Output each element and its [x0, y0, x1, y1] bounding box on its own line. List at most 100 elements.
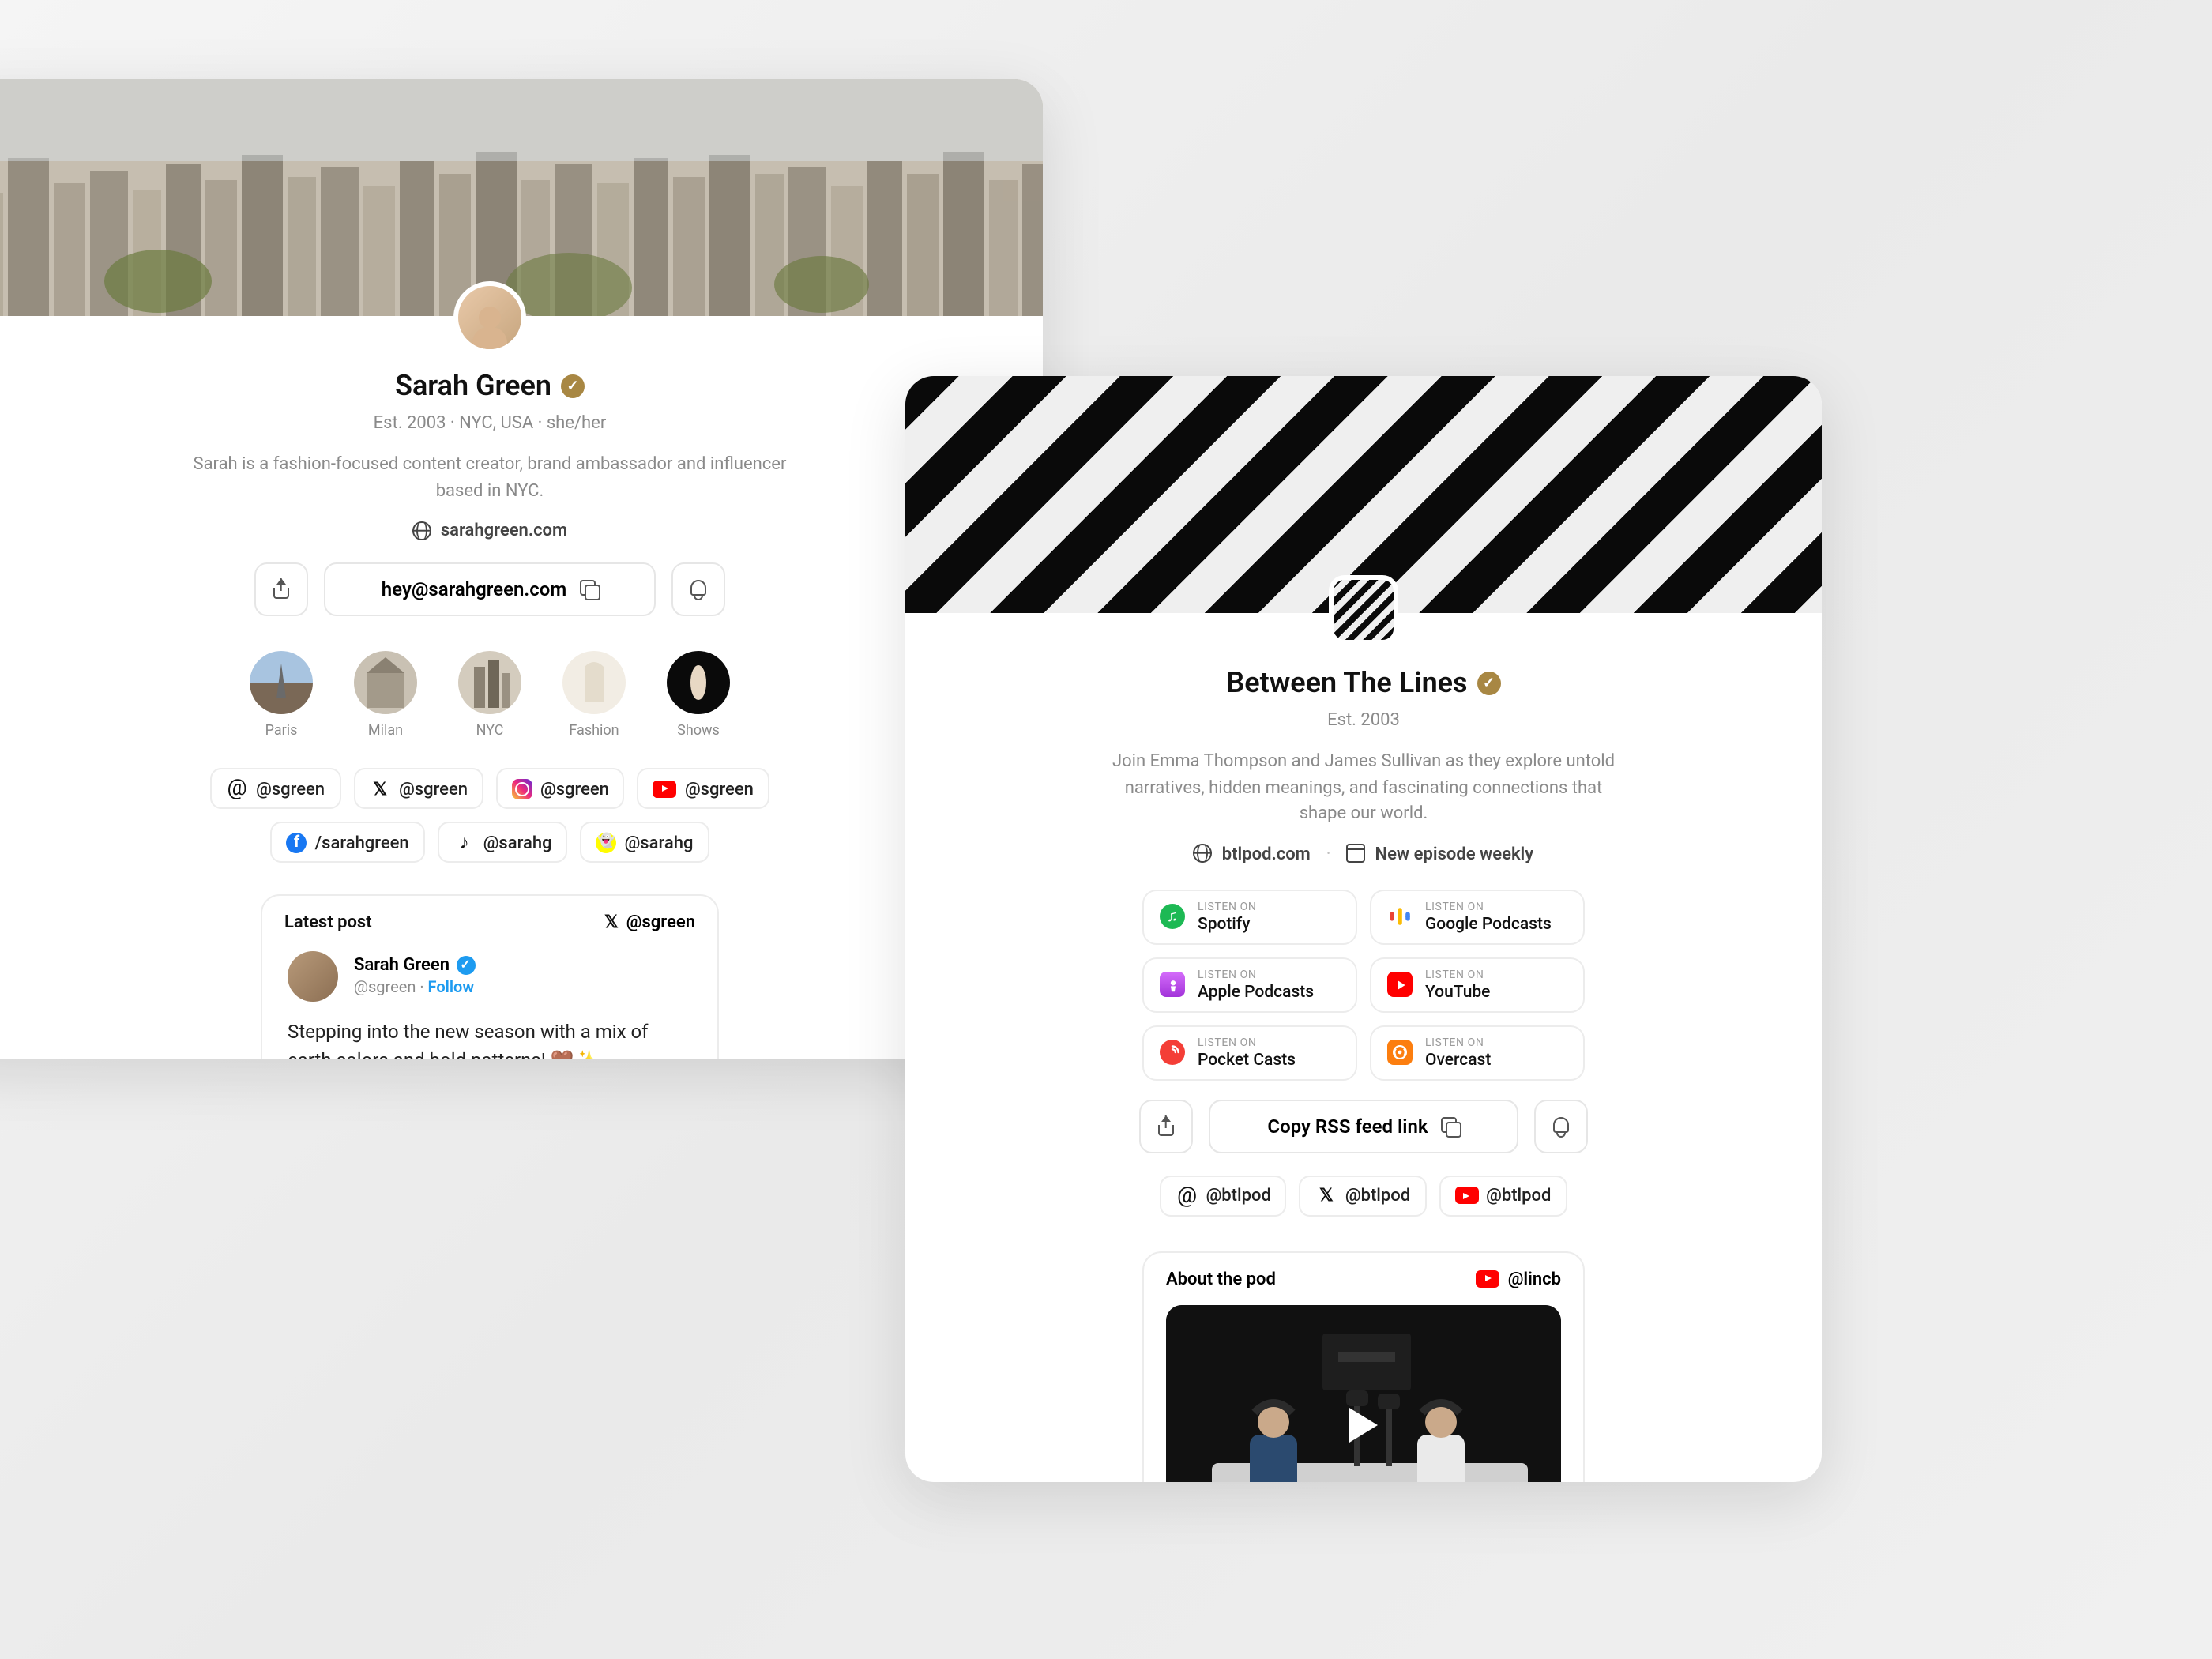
- listen-apple[interactable]: LISTEN ONApple Podcasts: [1142, 957, 1357, 1012]
- tiktok-icon: ♪: [453, 831, 476, 853]
- social-youtube[interactable]: @sgreen: [638, 768, 769, 809]
- listen-label: LISTEN ON: [1425, 1036, 1491, 1048]
- calendar-icon: [1347, 844, 1366, 863]
- listen-pocketcasts[interactable]: LISTEN ONPocket Casts: [1142, 1025, 1357, 1080]
- latest-post-card: Latest post 𝕏 @sgreen Sarah Green ✓ @sgree…: [261, 894, 719, 1059]
- social-handle: @sarahg: [625, 832, 694, 852]
- social-handle: @sgreen: [685, 778, 754, 799]
- share-button[interactable]: [1139, 1099, 1193, 1153]
- story-shows[interactable]: Shows: [667, 651, 730, 739]
- listen-label: LISTEN ON: [1425, 968, 1490, 980]
- story-fashion[interactable]: Fashion: [562, 651, 626, 739]
- post-author: Sarah Green: [354, 954, 450, 978]
- x-icon: 𝕏: [1315, 1184, 1337, 1206]
- social-handle: @btlpod: [1486, 1185, 1551, 1206]
- youtube-icon: [1477, 1270, 1500, 1287]
- post-section-title: Latest post: [284, 912, 372, 932]
- post-source[interactable]: 𝕏 @sgreen: [604, 912, 695, 932]
- about-card: About the pod @lincb: [1142, 1251, 1585, 1482]
- social-snapchat[interactable]: 👻@sarahg: [581, 822, 709, 863]
- listen-platforms: ♫ LISTEN ONSpotify LISTEN ONGoogle Podca…: [1142, 889, 1585, 1080]
- globe-icon: [1194, 844, 1213, 863]
- x-icon: 𝕏: [369, 777, 391, 799]
- about-video[interactable]: [1166, 1304, 1561, 1482]
- globe-icon: [412, 521, 431, 540]
- post-avatar[interactable]: [288, 951, 338, 1002]
- listen-google[interactable]: LISTEN ONGoogle Podcasts: [1370, 889, 1585, 944]
- story-highlights: Paris Milan NYC Fashion: [250, 651, 730, 739]
- post-source-handle: @sgreen: [626, 912, 695, 932]
- verified-badge-icon: ✓: [1477, 672, 1501, 695]
- social-youtube[interactable]: @btlpod: [1439, 1175, 1567, 1216]
- apple-podcasts-icon: [1160, 972, 1185, 997]
- profile-meta: Est. 2003 · NYC, USA · she/her: [374, 412, 607, 433]
- email-button[interactable]: hey@sarahgreen.com: [324, 562, 656, 616]
- listen-name: Google Podcasts: [1425, 912, 1552, 933]
- notify-button[interactable]: [672, 562, 725, 616]
- bell-icon: [687, 578, 709, 600]
- story-label: NYC: [476, 724, 504, 739]
- story-nyc[interactable]: NYC: [458, 651, 521, 739]
- post-handle: @sgreen: [354, 979, 416, 996]
- story-milan[interactable]: Milan: [354, 651, 417, 739]
- copy-rss-button[interactable]: Copy RSS feed link: [1209, 1099, 1518, 1153]
- share-icon: [1155, 1115, 1177, 1137]
- listen-spotify[interactable]: ♫ LISTEN ONSpotify: [1142, 889, 1357, 944]
- story-label: Fashion: [569, 724, 619, 739]
- social-links: @@btlpod 𝕏 @btlpod @btlpod: [1161, 1175, 1567, 1216]
- instagram-icon: [512, 778, 532, 799]
- story-label: Paris: [265, 724, 298, 739]
- pocketcasts-icon: [1160, 1040, 1185, 1065]
- social-links: @@sgreen 𝕏 @sgreen @sgreen @sgreen f/sara…: [158, 768, 822, 863]
- social-threads[interactable]: @@btlpod: [1161, 1175, 1287, 1216]
- episode-note: New episode weekly: [1347, 843, 1534, 863]
- social-threads[interactable]: @@sgreen: [210, 768, 340, 809]
- social-x[interactable]: 𝕏 @btlpod: [1300, 1175, 1426, 1216]
- notify-button[interactable]: [1534, 1099, 1588, 1153]
- about-source[interactable]: @lincb: [1477, 1268, 1561, 1288]
- profile-card-btl: Between The Lines ✓ Est. 2003 Join Emma …: [905, 376, 1822, 1482]
- email-text: hey@sarahgreen.com: [382, 578, 566, 600]
- social-handle: @btlpod: [1206, 1185, 1271, 1206]
- listen-overcast[interactable]: LISTEN ONOvercast: [1370, 1025, 1585, 1080]
- episode-note-text: New episode weekly: [1375, 843, 1534, 863]
- profile-bio: Sarah is a fashion-focused content creat…: [190, 452, 790, 504]
- website-text: btlpod.com: [1222, 843, 1311, 863]
- threads-icon: @: [226, 777, 248, 799]
- listen-name: Pocket Casts: [1198, 1048, 1296, 1069]
- listen-name: Apple Podcasts: [1198, 980, 1314, 1001]
- avatar[interactable]: [453, 281, 526, 354]
- website-link[interactable]: btlpod.com: [1194, 843, 1311, 863]
- podcast-logo[interactable]: [1329, 575, 1398, 645]
- share-button[interactable]: [254, 562, 308, 616]
- copy-icon: [579, 580, 598, 599]
- listen-name: YouTube: [1425, 980, 1490, 1001]
- social-handle: /sarahgreen: [315, 832, 409, 852]
- verified-check-icon: ✓: [456, 957, 475, 976]
- podcast-name: Between The Lines: [1226, 667, 1467, 700]
- podcast-meta: Est. 2003: [1327, 709, 1400, 730]
- youtube-icon: [653, 780, 677, 797]
- social-handle: @sgreen: [399, 778, 468, 799]
- follow-link[interactable]: Follow: [428, 979, 475, 996]
- social-facebook[interactable]: f/sarahgreen: [271, 822, 425, 863]
- social-instagram[interactable]: @sgreen: [496, 768, 625, 809]
- website-link[interactable]: sarahgreen.com: [412, 520, 567, 540]
- google-podcasts-icon: [1387, 904, 1413, 929]
- listen-label: LISTEN ON: [1198, 900, 1256, 912]
- listen-name: Overcast: [1425, 1048, 1491, 1069]
- x-icon: 𝕏: [604, 912, 619, 932]
- story-label: Shows: [677, 724, 720, 739]
- listen-youtube[interactable]: LISTEN ONYouTube: [1370, 957, 1585, 1012]
- rss-label: Copy RSS feed link: [1267, 1115, 1428, 1137]
- listen-label: LISTEN ON: [1425, 900, 1552, 912]
- social-tiktok[interactable]: ♪@sarahg: [438, 822, 568, 863]
- social-x[interactable]: 𝕏 @sgreen: [353, 768, 483, 809]
- profile-card-sarah: Sarah Green ✓ Est. 2003 · NYC, USA · she…: [0, 79, 1043, 1059]
- social-handle: @btlpod: [1345, 1185, 1410, 1206]
- story-paris[interactable]: Paris: [250, 651, 313, 739]
- podcast-bio: Join Emma Thompson and James Sullivan as…: [1111, 749, 1616, 827]
- verified-badge-icon: ✓: [561, 374, 585, 398]
- listen-name: Spotify: [1198, 912, 1256, 933]
- play-icon: [1349, 1407, 1378, 1442]
